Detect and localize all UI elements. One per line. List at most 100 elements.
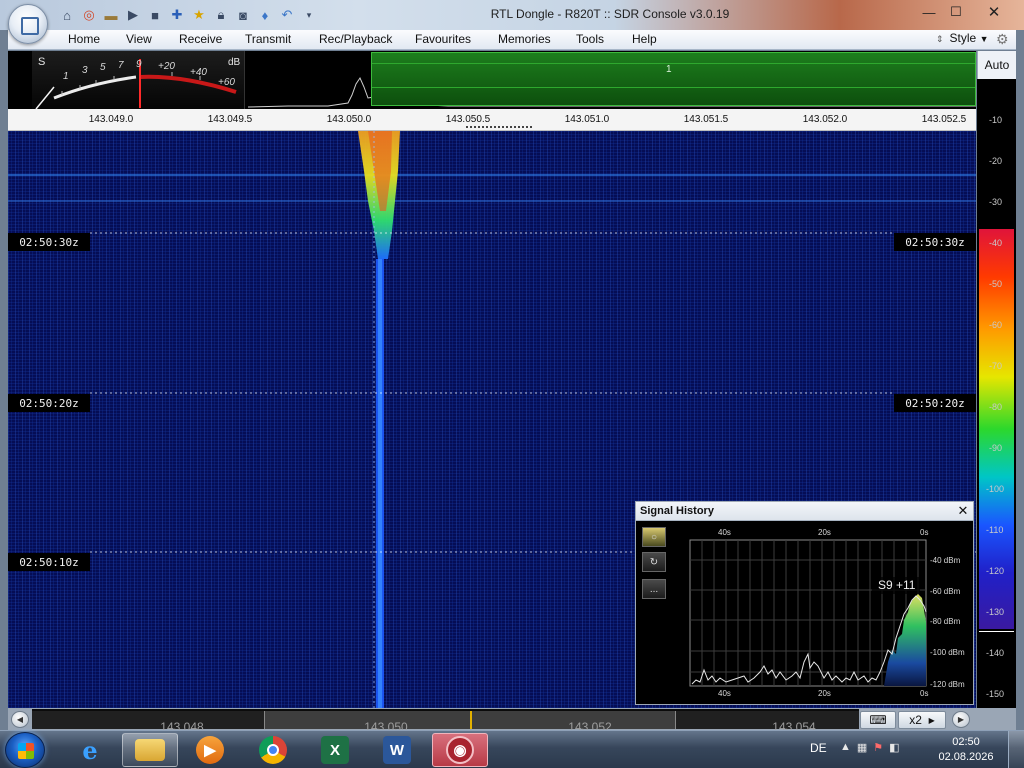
vfo-passband[interactable]: 1 <box>371 52 976 106</box>
flag-icon[interactable]: ⚑ <box>873 741 883 754</box>
svg-text:+40: +40 <box>190 67 207 78</box>
tab-home[interactable]: Home <box>68 32 100 46</box>
resize-grip[interactable] <box>466 126 532 128</box>
svg-text:40s: 40s <box>718 689 731 698</box>
chrome-icon[interactable] <box>245 733 301 767</box>
style-dropdown[interactable]: ⇕ Style ▼ <box>936 31 989 45</box>
show-hidden-icons-icon[interactable]: ▲ <box>840 741 851 754</box>
freq-label: 143.051.5 <box>683 114 729 125</box>
tab-receive[interactable]: Receive <box>179 32 222 46</box>
system-tray: ▲ ▦ ⚑ ◧ <box>840 741 900 754</box>
db-label: -150 <box>986 689 1005 699</box>
frequency-scale[interactable]: 143.049.0 143.049.5 143.050.0 143.050.5 … <box>8 109 976 131</box>
tab-help[interactable]: Help <box>632 32 657 46</box>
media-player-icon[interactable]: ▶ <box>182 733 238 767</box>
s-meter-needle <box>35 86 55 109</box>
freq-label: 143.051.0 <box>564 114 610 125</box>
svg-text:-80 dBm: -80 dBm <box>930 617 961 626</box>
clock[interactable]: 02:50 02.08.2026 <box>936 735 996 765</box>
maximize-button[interactable]: ☐ <box>944 2 968 22</box>
s-label: S <box>38 56 45 68</box>
gear-icon[interactable]: ⚙ <box>996 31 1009 48</box>
zoom-button[interactable]: x2 ▶ <box>898 711 946 729</box>
clock-date: 02.08.2026 <box>938 751 994 763</box>
ribbon-tabs: Home View Receive Transmit Rec/Playback … <box>8 30 1016 50</box>
db-label: -130 <box>986 607 1005 617</box>
frequency-scroll-bar: ◀ 143.048 143.050 143.052 143.054 ⌨ x2 ▶… <box>8 708 1016 734</box>
more-options-button[interactable]: ... <box>642 579 666 599</box>
excel-icon[interactable]: X <box>307 733 363 767</box>
freq-label: 143.050.5 <box>445 114 491 125</box>
timestamp-label: 02:50:30z <box>8 233 90 251</box>
auto-button[interactable]: Auto <box>977 51 1016 79</box>
db-label: dB <box>228 57 241 68</box>
window-title: RTL Dongle - R820T :: SDR Console v3.0.1… <box>490 7 730 21</box>
tab-rec-playback[interactable]: Rec/Playback <box>319 32 392 46</box>
db-label: -140 <box>986 648 1005 658</box>
signal-history-close-button[interactable]: ✕ <box>955 503 971 519</box>
tab-transmit[interactable]: Transmit <box>245 32 291 46</box>
db-label: -90 <box>989 443 1003 453</box>
tuned-frequency-marker <box>470 711 472 729</box>
sdr-console-icon[interactable]: ◉ <box>432 733 488 767</box>
noise-floor-marker[interactable] <box>979 631 1014 632</box>
freq-label: 143.050.0 <box>326 114 372 125</box>
chevron-down-icon: ▼ <box>979 34 989 44</box>
signal-reading: S9 +11 <box>878 578 916 592</box>
minimize-button[interactable]: — <box>917 2 941 22</box>
db-label: -80 <box>989 402 1003 412</box>
signal-history-panel: Signal History ✕ S9 +11 40s 20s 0s 40s 2… <box>635 501 974 705</box>
db-label: -60 <box>989 320 1003 330</box>
freq-label: 143.049.5 <box>207 114 253 125</box>
db-label: -100 <box>986 484 1005 494</box>
app-menu-button[interactable] <box>8 4 48 44</box>
s-meter: S dB 1 3 5 7 9 +20 +40 +60 <box>32 51 245 109</box>
svg-text:-60 dBm: -60 dBm <box>930 587 961 596</box>
svg-text:+20: +20 <box>158 61 175 72</box>
timestamp-label: 02:50:20z <box>8 394 90 412</box>
tab-tools[interactable]: Tools <box>576 32 604 46</box>
svg-text:20s: 20s <box>818 528 831 537</box>
s-meter-scale: S dB 1 3 5 7 9 +20 +40 +60 <box>35 56 241 109</box>
db-label: -70 <box>989 361 1003 371</box>
keyboard-button[interactable]: ⌨ <box>860 711 896 729</box>
reset-button[interactable]: ↻ <box>642 552 666 572</box>
timestamp-label: 02:50:20z <box>894 394 976 412</box>
db-label: -50 <box>989 279 1003 289</box>
file-explorer-icon[interactable] <box>122 733 178 767</box>
show-desktop-button[interactable] <box>1008 731 1024 768</box>
svg-text:7: 7 <box>118 60 124 71</box>
timestamp-label: 02:50:10z <box>8 553 90 571</box>
signal-history-title: Signal History <box>640 505 714 517</box>
spectrum-strip: S dB 1 3 5 7 9 +20 +40 +60 1 <box>8 51 976 109</box>
band-overview[interactable]: 143.048 143.050 143.052 143.054 <box>32 709 859 734</box>
svg-text:-120 dBm: -120 dBm <box>930 680 965 689</box>
db-label: -110 <box>986 525 1004 535</box>
chevron-right-icon: ▶ <box>928 715 935 725</box>
scroll-right-button[interactable]: ▶ <box>952 711 970 728</box>
tab-memories[interactable]: Memories <box>498 32 551 46</box>
tab-view[interactable]: View <box>126 32 152 46</box>
scroll-left-button[interactable]: ◀ <box>11 711 29 728</box>
language-indicator[interactable]: DE <box>810 741 827 755</box>
record-button[interactable]: ○ <box>642 527 666 547</box>
svg-text:20s: 20s <box>818 689 831 698</box>
windows-taskbar: e ▶ X W ◉ DE ▲ ▦ ⚑ ◧ 02:50 02.08.2026 <box>0 730 1024 768</box>
start-button[interactable] <box>5 732 45 768</box>
close-button[interactable]: ✕ <box>972 2 1016 22</box>
vfo-number: 1 <box>666 64 672 75</box>
clock-time: 02:50 <box>952 736 980 748</box>
tab-favourites[interactable]: Favourites <box>415 32 471 46</box>
network-icon[interactable]: ▦ <box>857 741 867 754</box>
svg-text:3: 3 <box>82 65 88 76</box>
up-down-icon: ⇕ <box>936 34 944 44</box>
db-label: -40 <box>989 238 1003 248</box>
db-color-scale[interactable]: -10 -20 -30 -40 -50 -60 -70 -80 -90 -100… <box>977 79 1016 708</box>
svg-text:0s: 0s <box>920 689 928 698</box>
signal-history-header[interactable]: Signal History ✕ <box>636 502 973 521</box>
internet-explorer-icon[interactable]: e <box>62 733 118 767</box>
svg-text:5: 5 <box>100 62 106 73</box>
word-icon[interactable]: W <box>369 733 425 767</box>
speaker-icon[interactable]: ◧ <box>889 741 899 754</box>
freq-label: 143.052.0 <box>802 114 848 125</box>
